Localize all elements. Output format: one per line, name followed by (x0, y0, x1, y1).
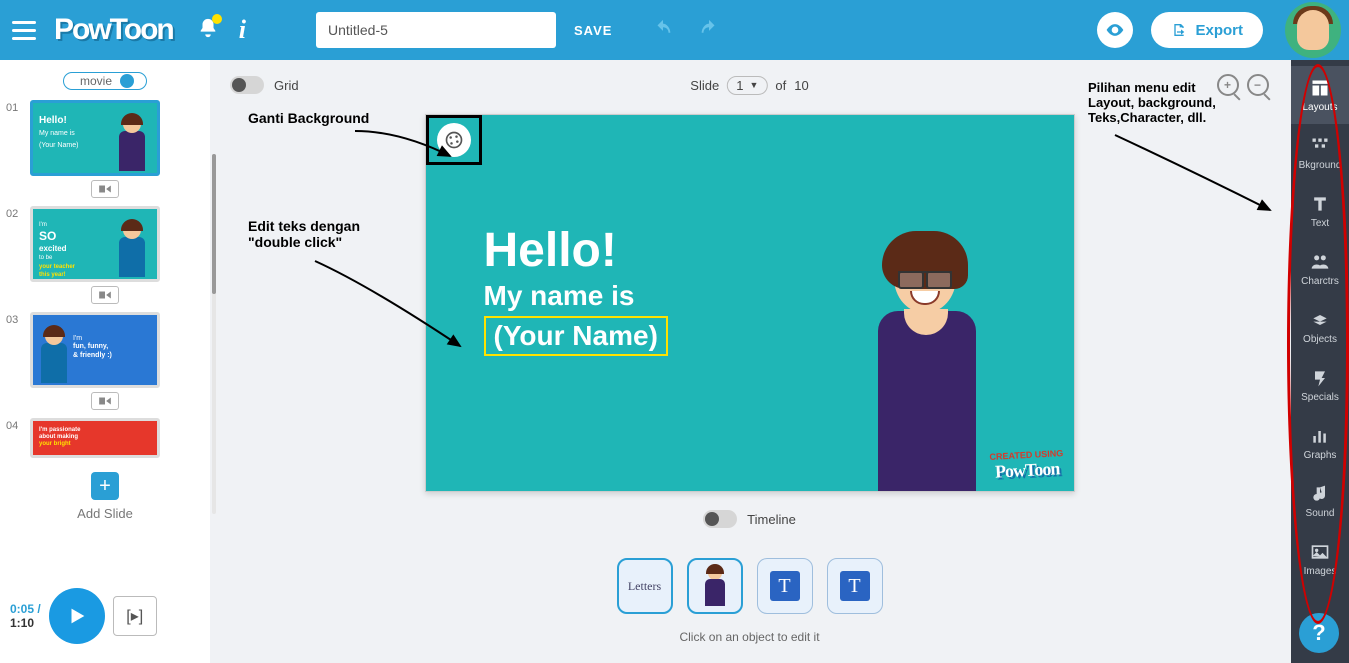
grid-toggle[interactable] (230, 76, 264, 94)
transition-icon[interactable] (91, 286, 119, 304)
mode-label: movie (80, 74, 112, 88)
slide-indicator: Slide 1▼ of 10 (690, 76, 808, 95)
playback-controls: 0:05 /1:10 [▸] (10, 581, 200, 651)
export-button[interactable]: Export (1151, 12, 1263, 48)
notifications-icon[interactable] (197, 17, 219, 44)
tool-images[interactable]: Images (1291, 530, 1349, 588)
time-display: 0:05 /1:10 (10, 602, 41, 630)
slide-number: 01 (6, 100, 24, 114)
grid-label: Grid (274, 78, 299, 93)
play-section-button[interactable]: [▸] (113, 596, 157, 636)
slide-canvas[interactable]: Hello! My name is (Your Name) CREATED US… (425, 114, 1075, 492)
watermark: CREATED USING PowToon (989, 448, 1064, 483)
tool-graphs[interactable]: Graphs (1291, 414, 1349, 472)
add-slide-button[interactable]: + (91, 472, 119, 500)
slide-number: 04 (6, 418, 24, 432)
user-avatar[interactable] (1285, 2, 1341, 58)
tool-characters[interactable]: Charctrs (1291, 240, 1349, 298)
movie-toggle[interactable]: movie (6, 72, 204, 90)
obj-text-1[interactable]: T (757, 558, 813, 614)
tool-layouts[interactable]: Layouts (1291, 66, 1349, 124)
object-toolbar: Letters T T (230, 558, 1269, 614)
tool-text[interactable]: Text (1291, 182, 1349, 240)
right-tool-strip: Layouts Bkground Text Charctrs Objects S… (1291, 60, 1349, 663)
obj-character[interactable] (687, 558, 743, 614)
zoom-out-button[interactable]: − (1247, 74, 1269, 96)
tool-objects[interactable]: Objects (1291, 298, 1349, 356)
background-button-frame (426, 115, 482, 165)
timeline-label: Timeline (747, 512, 796, 527)
timeline-toggle[interactable] (703, 510, 737, 528)
zoom-in-button[interactable]: + (1217, 74, 1239, 96)
change-background-button[interactable] (437, 123, 471, 157)
text-yourname[interactable]: (Your Name) (484, 316, 668, 356)
preview-button[interactable] (1097, 12, 1133, 48)
obj-text-2[interactable]: T (827, 558, 883, 614)
transition-icon[interactable] (91, 180, 119, 198)
info-icon[interactable]: i (239, 15, 246, 45)
editor-center: Grid Slide 1▼ of 10 + − Hello! My name i… (210, 60, 1289, 663)
tool-specials[interactable]: Specials (1291, 356, 1349, 414)
logo: PowToon (54, 13, 173, 47)
slide-thumb[interactable]: Hello!My name is(Your Name) (30, 100, 160, 176)
history-controls (652, 19, 720, 41)
slide-number: 03 (6, 312, 24, 326)
save-button[interactable]: SAVE (574, 23, 612, 38)
slide-thumb[interactable]: I'mSOexcitedto beyour teacherthis year! (30, 206, 160, 282)
tool-sound[interactable]: Sound (1291, 472, 1349, 530)
canvas-text-group[interactable]: Hello! My name is (Your Name) (484, 223, 668, 356)
project-title-input[interactable] (316, 12, 556, 48)
notification-dot (212, 14, 222, 24)
text-myname[interactable]: My name is (484, 280, 668, 312)
app-header: PowToon i SAVE Export (0, 0, 1349, 60)
text-hello[interactable]: Hello! (484, 223, 668, 278)
slides-panel: movie 01 Hello!My name is(Your Name) 02 … (0, 60, 210, 663)
help-button[interactable]: ? (1299, 613, 1339, 653)
slide-number: 02 (6, 206, 24, 220)
export-label: Export (1195, 22, 1243, 39)
redo-icon[interactable] (698, 19, 720, 41)
transition-icon[interactable] (91, 392, 119, 410)
undo-icon[interactable] (652, 19, 674, 41)
canvas-character[interactable] (852, 231, 1002, 491)
menu-icon[interactable] (8, 14, 40, 46)
slide-thumb[interactable]: I'mfun, funny,& friendly :) (30, 312, 160, 388)
tool-background[interactable]: Bkground (1291, 124, 1349, 182)
play-button[interactable] (49, 588, 105, 644)
add-slide-label: Add Slide (6, 506, 204, 521)
obj-letters[interactable]: Letters (617, 558, 673, 614)
slide-select[interactable]: 1▼ (727, 76, 767, 95)
canvas-hint: Click on an object to edit it (230, 630, 1269, 644)
slide-thumb[interactable]: I'm passionateabout makingyour bright (30, 418, 160, 458)
